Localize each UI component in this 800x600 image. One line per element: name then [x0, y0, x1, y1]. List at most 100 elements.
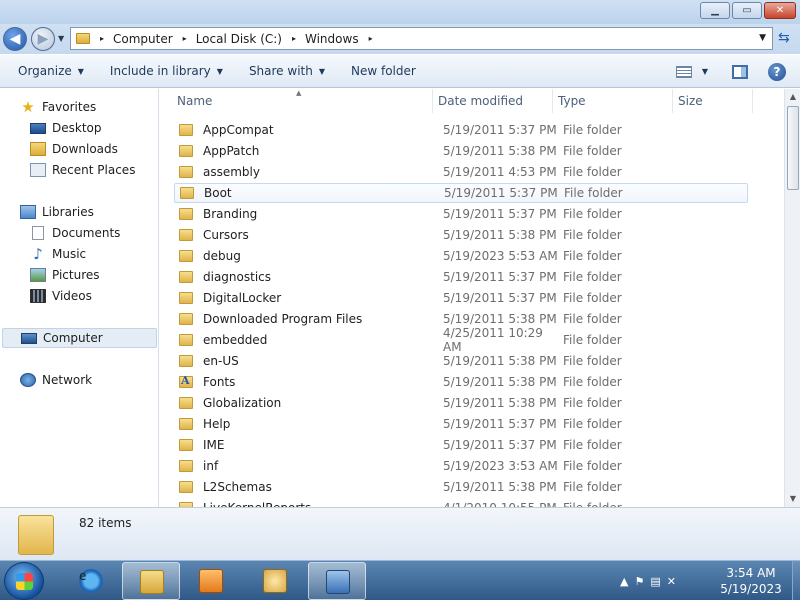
column-size[interactable]: Size: [673, 89, 753, 113]
taskbar-internet-explorer[interactable]: [62, 562, 120, 600]
file-row[interactable]: AppCompat 5/19/2011 5:37 PM File folder: [174, 120, 748, 140]
file-row[interactable]: Fonts 5/19/2011 5:38 PM File folder: [174, 372, 748, 392]
nav-videos[interactable]: Videos: [30, 286, 92, 306]
close-button[interactable]: ✕: [764, 2, 796, 19]
column-type[interactable]: Type: [553, 89, 673, 113]
preview-pane-icon[interactable]: [732, 64, 748, 79]
breadcrumb-separator[interactable]: ▸: [369, 34, 373, 43]
chevron-down-icon: ▼: [318, 66, 325, 76]
file-row[interactable]: diagnostics 5/19/2011 5:37 PM File folder: [174, 267, 748, 287]
network-status-icon[interactable]: ▤: [650, 575, 660, 588]
chevron-down-icon: ▼: [77, 66, 84, 76]
nav-music[interactable]: ♪ Music: [30, 244, 86, 264]
file-name: en-US: [203, 354, 239, 368]
file-type: File folder: [563, 228, 622, 242]
change-view-icon[interactable]: [675, 65, 692, 78]
nav-libraries[interactable]: Libraries: [20, 202, 94, 222]
clock[interactable]: 3:54 AM 5/19/2023: [716, 565, 786, 597]
share-with-menu[interactable]: Share with ▼: [249, 64, 325, 78]
view-dropdown-icon[interactable]: ▼: [702, 67, 708, 76]
nav-network[interactable]: Network: [20, 370, 92, 390]
file-row[interactable]: Branding 5/19/2011 5:37 PM File folder: [174, 204, 748, 224]
window-controls: ▁ ▭ ✕: [700, 2, 796, 19]
breadcrumb-computer[interactable]: Computer: [113, 32, 173, 46]
file-type: File folder: [563, 417, 622, 431]
file-name: embedded: [203, 333, 268, 347]
music-note-icon: ♪: [33, 245, 43, 263]
details-pane: 82 items: [0, 507, 800, 560]
nav-desktop[interactable]: Desktop: [30, 118, 102, 138]
file-name: Boot: [204, 186, 232, 200]
file-type: File folder: [563, 291, 622, 305]
organize-menu[interactable]: Organize ▼: [18, 64, 84, 78]
taskbar-remote-desktop[interactable]: [308, 562, 366, 600]
column-name[interactable]: ▲ Name: [160, 89, 433, 113]
show-hidden-icons-button[interactable]: ▲: [620, 575, 628, 588]
nav-pictures[interactable]: Pictures: [30, 265, 100, 285]
folder-icon: [179, 292, 193, 304]
back-button[interactable]: ◀: [3, 27, 27, 51]
minimize-button[interactable]: ▁: [700, 2, 730, 19]
file-date-modified: 5/19/2011 5:37 PM: [443, 438, 557, 452]
address-dropdown-icon[interactable]: ▼: [759, 33, 766, 43]
volume-muted-icon[interactable]: ✕: [667, 575, 676, 588]
column-date-modified[interactable]: Date modified: [433, 89, 553, 113]
file-row[interactable]: Globalization 5/19/2011 5:38 PM File folde…: [174, 393, 748, 413]
start-button[interactable]: [4, 562, 44, 600]
file-row[interactable]: AppPatch 5/19/2011 5:38 PM File folder: [174, 141, 748, 161]
file-date-modified: 5/19/2011 4:53 PM: [443, 165, 557, 179]
nav-pictures-label: Pictures: [52, 268, 100, 282]
scroll-down-icon[interactable]: ▼: [785, 491, 800, 507]
file-name: Globalization: [203, 396, 282, 410]
file-row[interactable]: Cursors 5/19/2011 5:38 PM File folder: [174, 225, 748, 245]
file-row[interactable]: assembly 5/19/2011 4:53 PM File folder: [174, 162, 748, 182]
file-row[interactable]: en-US 5/19/2011 5:38 PM File folder: [174, 351, 748, 371]
breadcrumb: ▸ Computer ▸ Local Disk (C:) ▸ Windows ▸: [90, 32, 382, 46]
file-row[interactable]: Help 5/19/2011 5:37 PM File folder: [174, 414, 748, 434]
nav-downloads[interactable]: Downloads: [30, 139, 118, 159]
recent-pages-dropdown[interactable]: ▼: [58, 34, 64, 43]
taskbar: ▲ ⚑ ▤ ✕ 3:54 AM 5/19/2023: [0, 560, 800, 600]
file-row[interactable]: IME 5/19/2011 5:37 PM File folder: [174, 435, 748, 455]
file-row[interactable]: embedded 4/25/2011 10:29 AM File folder: [174, 326, 748, 354]
libraries-icon: [20, 205, 36, 219]
breadcrumb-separator[interactable]: ▸: [100, 34, 104, 43]
nav-recent-places[interactable]: Recent Places: [30, 160, 135, 180]
address-bar[interactable]: ▸ Computer ▸ Local Disk (C:) ▸ Windows ▸…: [70, 27, 773, 50]
breadcrumb-windows[interactable]: Windows: [305, 32, 359, 46]
breadcrumb-local-disk[interactable]: Local Disk (C:): [196, 32, 282, 46]
taskbar-windows-explorer[interactable]: [122, 562, 180, 600]
breadcrumb-separator[interactable]: ▸: [292, 34, 296, 43]
file-type: File folder: [564, 186, 623, 200]
include-in-library-menu[interactable]: Include in library ▼: [110, 64, 223, 78]
maximize-button[interactable]: ▭: [732, 2, 762, 19]
help-icon[interactable]: ?: [768, 62, 786, 81]
nav-computer[interactable]: Computer: [2, 328, 157, 348]
file-row[interactable]: DigitalLocker 5/19/2011 5:37 PM File folde…: [174, 288, 748, 308]
nav-documents[interactable]: Documents: [30, 223, 120, 243]
refresh-icon[interactable]: ⇆: [778, 30, 790, 46]
file-date-modified: 5/19/2011 5:38 PM: [443, 354, 557, 368]
file-row[interactable]: L2Schemas 5/19/2011 5:38 PM File folder: [174, 477, 748, 497]
action-center-flag-icon[interactable]: ⚑: [634, 575, 644, 588]
new-folder-button[interactable]: New folder: [351, 64, 416, 78]
file-date-modified: 5/19/2011 5:38 PM: [443, 480, 557, 494]
file-date-modified: 5/19/2011 5:37 PM: [443, 417, 557, 431]
file-row[interactable]: LiveKernelReports4/1/2010 10:55 PMFile f…: [174, 498, 748, 507]
file-row[interactable]: debug 5/19/2023 5:53 AM File folder: [174, 246, 748, 266]
taskbar-paint[interactable]: [246, 562, 304, 600]
scroll-thumb[interactable]: [787, 106, 799, 190]
taskbar-media-player[interactable]: [182, 562, 240, 600]
file-row[interactable]: inf 5/19/2023 3:53 AM File folder: [174, 456, 748, 476]
show-desktop-button[interactable]: [792, 561, 800, 600]
folder-icon: [179, 397, 193, 409]
breadcrumb-separator[interactable]: ▸: [183, 34, 187, 43]
file-name: AppCompat: [203, 123, 274, 137]
forward-button[interactable]: ▶: [31, 27, 55, 51]
nav-favorites[interactable]: ★ Favorites: [20, 97, 96, 117]
scroll-up-icon[interactable]: ▲: [785, 89, 800, 105]
vertical-scrollbar[interactable]: ▲ ▼: [784, 89, 800, 507]
file-row[interactable]: Boot 5/19/2011 5:37 PM File folder: [174, 183, 748, 203]
remote-desktop-icon: [326, 570, 350, 594]
nav-recent-places-label: Recent Places: [52, 163, 136, 177]
